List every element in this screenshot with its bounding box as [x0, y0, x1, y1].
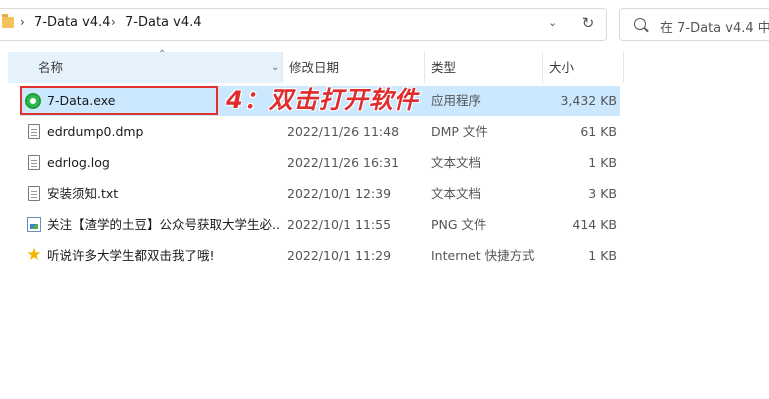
- search-input[interactable]: 在 7-Data v4.4 中搜: [619, 8, 769, 41]
- file-name: 关注【渣学的土豆】公众号获取大学生必...: [47, 217, 279, 232]
- column-header-type[interactable]: 类型: [424, 52, 542, 83]
- file-row-edrlog-log[interactable]: edrlog.log 2022/11/26 16:31 文本文档 1 KB: [20, 148, 620, 178]
- document-icon: [28, 186, 40, 201]
- file-date: 2022/11/26 11:48: [287, 124, 400, 139]
- file-type: PNG 文件: [431, 217, 487, 232]
- file-name: 安装须知.txt: [47, 186, 119, 201]
- file-name: edrdump0.dmp: [47, 124, 144, 139]
- file-date: 2022/10/1 12:39: [287, 186, 392, 201]
- file-date: 2022/10/1 11:29: [287, 248, 392, 263]
- breadcrumb-item-1[interactable]: 7-Data v4.4: [34, 15, 111, 30]
- file-size: 3 KB: [588, 186, 617, 201]
- file-row-install-notes-txt[interactable]: 安装须知.txt 2022/10/1 12:39 文本文档 3 KB: [20, 179, 620, 209]
- address-history-dropdown-icon[interactable]: ⌄: [548, 16, 557, 29]
- file-row-edrdump0-dmp[interactable]: edrdump0.dmp 2022/11/26 11:48 DMP 文件 61 …: [20, 117, 620, 147]
- breadcrumb-separator-icon[interactable]: ›: [111, 15, 116, 29]
- file-size: 1 KB: [588, 248, 617, 263]
- file-size: 414 KB: [572, 217, 617, 232]
- breadcrumb-separator-icon[interactable]: ›: [20, 15, 25, 29]
- file-date: 2022/10/1 11:55: [287, 217, 392, 232]
- breadcrumb-item-2[interactable]: 7-Data v4.4: [125, 15, 202, 30]
- column-header-bar: 名称 ⌃ ⌄ 修改日期 类型 大小: [0, 49, 769, 83]
- file-size: 1 KB: [588, 155, 617, 170]
- file-date: 2022/11/26 16:31: [287, 155, 400, 170]
- sort-ascending-icon: ⌃: [158, 49, 167, 60]
- column-filter-dropdown-icon[interactable]: ⌄: [271, 52, 279, 83]
- column-header-name[interactable]: 名称 ⌃ ⌄: [8, 49, 282, 83]
- refresh-icon[interactable]: ↻: [579, 13, 597, 33]
- search-icon: [634, 18, 646, 30]
- file-type: Internet 快捷方式: [431, 248, 535, 263]
- file-type: 文本文档: [431, 186, 482, 201]
- folder-icon: [2, 14, 14, 28]
- file-name: edrlog.log: [47, 155, 110, 170]
- file-row-internet-shortcut[interactable]: ★ 听说许多大学生都双击我了哦! 2022/10/1 11:29 Interne…: [20, 241, 620, 271]
- file-name: 听说许多大学生都双击我了哦!: [47, 248, 215, 263]
- column-header-name-label: 名称: [38, 60, 64, 75]
- search-placeholder: 在 7-Data v4.4 中搜: [660, 21, 769, 36]
- annotation-highlight-box: [20, 86, 218, 115]
- file-type: 应用程序: [431, 93, 482, 108]
- document-icon: [28, 124, 40, 139]
- file-size: 3,432 KB: [560, 93, 617, 108]
- column-header-size[interactable]: 大小: [542, 52, 624, 83]
- file-row-png-image[interactable]: 关注【渣学的土豆】公众号获取大学生必... 2022/10/1 11:55 PN…: [20, 210, 620, 240]
- image-icon: [27, 217, 41, 232]
- file-type: 文本文档: [431, 155, 482, 170]
- column-header-date[interactable]: 修改日期: [282, 52, 424, 83]
- shortcut-star-icon: ★: [26, 245, 42, 265]
- file-type: DMP 文件: [431, 124, 488, 139]
- address-bar: › 7-Data v4.4 › 7-Data v4.4 ⌄ ↻ 在 7-Data…: [0, 0, 769, 48]
- document-icon: [28, 155, 40, 170]
- annotation-step-label: 4：双击打开软件: [226, 86, 419, 114]
- file-size: 61 KB: [580, 124, 617, 139]
